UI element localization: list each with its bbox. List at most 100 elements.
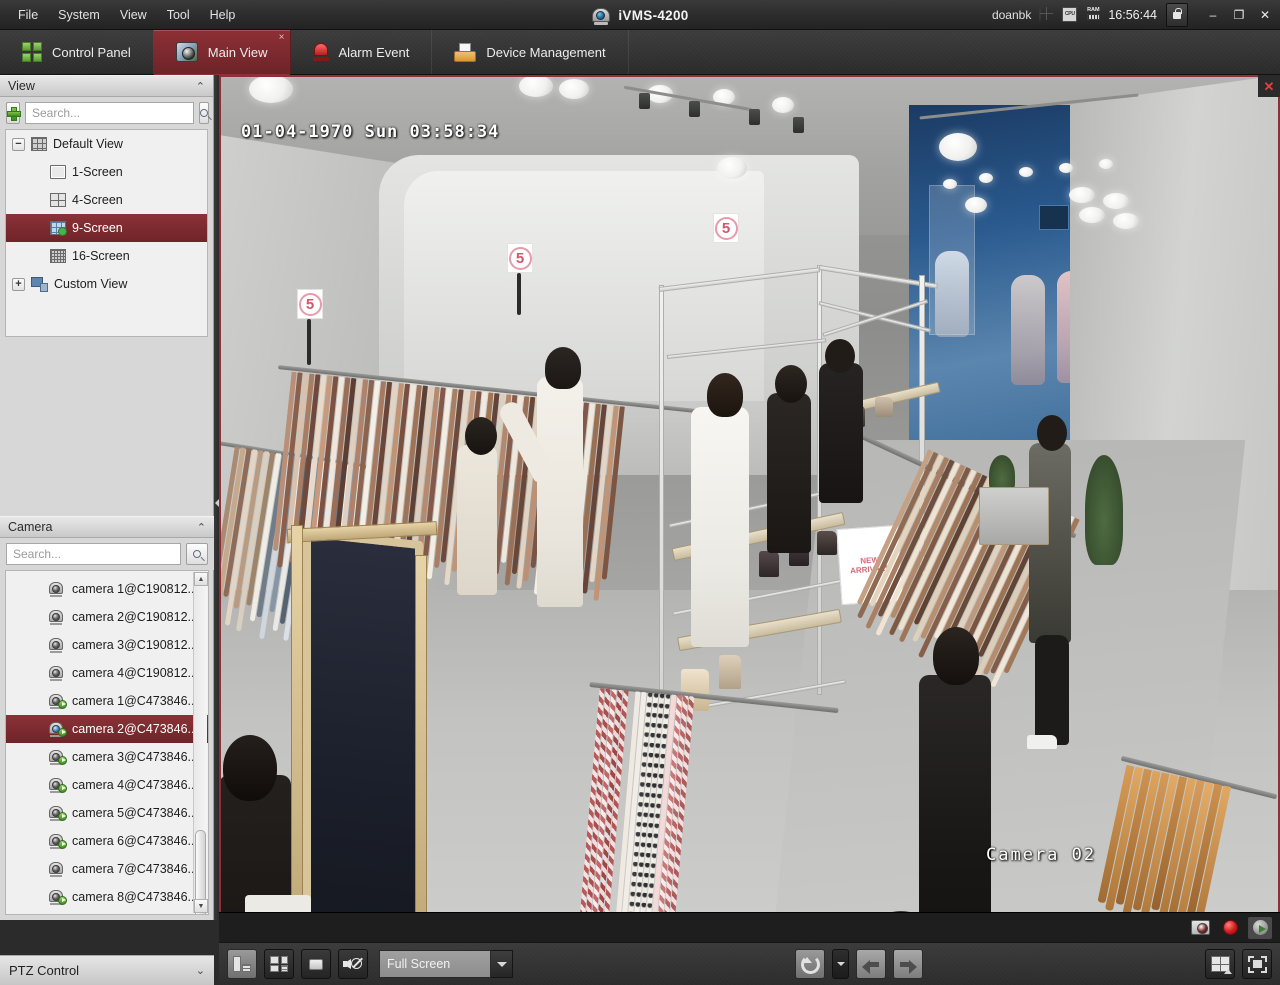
- menu-help[interactable]: Help: [200, 4, 246, 26]
- capture-picture-button[interactable]: [1188, 917, 1212, 939]
- start-sequence-button[interactable]: [227, 949, 257, 979]
- camera-offline-icon: [48, 666, 65, 681]
- close-live-view-icon[interactable]: ✕: [1258, 75, 1280, 97]
- menu-bar: File System View Tool Help: [0, 0, 245, 30]
- playback-options-button[interactable]: [832, 949, 849, 979]
- osd-timestamp: 01-04-1970 Sun 03:58:34: [241, 122, 499, 142]
- screen-mode-value[interactable]: Full Screen: [379, 950, 491, 978]
- cpu-icon[interactable]: CPU: [1062, 7, 1079, 24]
- list-item[interactable]: camera 3@C190812...: [6, 631, 208, 659]
- person: [457, 445, 497, 595]
- list-item[interactable]: camera 7@C473846...: [6, 855, 208, 883]
- camera-list[interactable]: camera 1@C190812... camera 2@C190812... …: [5, 570, 209, 915]
- tab-device-management[interactable]: Device Management: [432, 30, 628, 74]
- view-tree[interactable]: − Default View 1-Screen 4-Screen 9-Scree…: [5, 129, 208, 337]
- camera-online-icon: [48, 806, 65, 821]
- restore-button[interactable]: ❐: [1226, 4, 1252, 26]
- menu-file[interactable]: File: [8, 4, 48, 26]
- tree-item-16-screen[interactable]: 16-Screen: [6, 242, 207, 270]
- tab-control-panel[interactable]: Control Panel: [0, 30, 154, 74]
- list-item[interactable]: camera 2@C190812...: [6, 603, 208, 631]
- stop-all-live-view-button[interactable]: [301, 949, 331, 979]
- scroll-up-icon[interactable]: ▲: [194, 572, 208, 586]
- scroll-down-icon[interactable]: ▼: [194, 899, 208, 913]
- menu-system[interactable]: System: [48, 4, 110, 26]
- expander-icon[interactable]: +: [12, 278, 25, 291]
- sidebar-bottom-filler: [0, 920, 219, 955]
- tree-item-custom-view-label: Custom View: [54, 277, 127, 291]
- price-tag-value: 5: [306, 296, 314, 313]
- list-item-selected[interactable]: camera 2@C473846...: [6, 715, 208, 743]
- list-item[interactable]: camera 4@C190812...: [6, 659, 208, 687]
- grid-icon: [31, 137, 47, 151]
- camera-online-icon: [48, 722, 65, 737]
- list-item[interactable]: camera 5@C473846...: [6, 799, 208, 827]
- tree-item-4-screen[interactable]: 4-Screen: [6, 186, 207, 214]
- record-button[interactable]: [1218, 917, 1242, 939]
- camera-online-icon: [48, 750, 65, 765]
- camera-panel-title: Camera: [8, 520, 52, 534]
- camera-search-input[interactable]: [6, 543, 181, 565]
- view-panel-header[interactable]: View ⌃: [0, 75, 213, 97]
- tab-main-view-close-icon[interactable]: ×: [279, 33, 285, 43]
- camera-online-icon: [48, 890, 65, 905]
- video-frame: NEW ARRIVALS 5 5 5: [219, 75, 1280, 920]
- menu-view[interactable]: View: [110, 4, 157, 26]
- previous-page-button[interactable]: [856, 949, 886, 979]
- list-item[interactable]: camera 1@C190812...: [6, 575, 208, 603]
- view-panel-collapse-icon[interactable]: ⌃: [196, 80, 205, 93]
- ptz-expand-icon[interactable]: ⌄: [196, 964, 205, 977]
- camera-list-scrollbar[interactable]: ▲ ▼: [193, 572, 207, 913]
- price-tag: 5: [713, 213, 739, 243]
- next-page-button[interactable]: [893, 949, 923, 979]
- mute-audio-button[interactable]: [338, 949, 368, 979]
- four-screen-icon: [50, 193, 66, 207]
- view-search-button[interactable]: [199, 102, 209, 124]
- camera-panel-header[interactable]: Camera ⌃: [0, 516, 214, 538]
- menu-tool[interactable]: Tool: [157, 4, 200, 26]
- list-item[interactable]: camera 3@C473846...: [6, 743, 208, 771]
- globe-icon[interactable]: [1039, 7, 1056, 24]
- camera-label: camera 2@C473846...: [72, 722, 198, 736]
- chevron-down-icon[interactable]: [491, 950, 513, 978]
- tree-item-4-screen-label: 4-Screen: [72, 193, 123, 207]
- live-view-window[interactable]: NEW ARRIVALS 5 5 5: [219, 75, 1280, 920]
- camera-label: camera 3@C190812...: [72, 638, 198, 652]
- ptz-control-panel-header[interactable]: PTZ Control ⌄: [0, 955, 214, 985]
- bottom-toolbar: Full Screen: [219, 942, 1280, 985]
- lock-button[interactable]: [1166, 3, 1188, 27]
- list-item[interactable]: camera 8@C473846...: [6, 883, 208, 911]
- tree-item-custom-view[interactable]: + Custom View: [6, 270, 207, 298]
- list-item[interactable]: camera 1@C473846...: [6, 687, 208, 715]
- current-user-label: doanbk: [992, 8, 1031, 22]
- screen-mode-select[interactable]: Full Screen: [379, 950, 513, 978]
- ram-icon[interactable]: RAM: [1085, 7, 1102, 24]
- list-item[interactable]: camera 6@C473846...: [6, 827, 208, 855]
- tab-alarm-event[interactable]: Alarm Event: [291, 30, 433, 74]
- minimize-button[interactable]: –: [1200, 4, 1226, 26]
- tab-main-view[interactable]: Main View ×: [154, 30, 291, 74]
- price-tag-value: 5: [516, 250, 524, 267]
- tree-item-9-screen[interactable]: 9-Screen: [6, 214, 207, 242]
- list-item[interactable]: camera 4@C473846...: [6, 771, 208, 799]
- tree-item-1-screen[interactable]: 1-Screen: [6, 158, 207, 186]
- camera-panel: Camera ⌃ camera 1@C190812... cam: [0, 516, 214, 985]
- add-view-button[interactable]: [6, 102, 20, 124]
- camera-panel-collapse-icon[interactable]: ⌃: [197, 521, 206, 534]
- full-screen-button[interactable]: [1242, 949, 1272, 979]
- camera-video-feed: NEW ARRIVALS 5 5 5: [219, 75, 1280, 920]
- view-search-input[interactable]: [25, 102, 194, 124]
- camera-search-button[interactable]: [186, 543, 208, 565]
- window-division-button[interactable]: [1205, 949, 1235, 979]
- alarm-event-icon: [313, 42, 329, 62]
- expander-icon[interactable]: −: [12, 138, 25, 151]
- instant-playback-toolbar-button[interactable]: [795, 949, 825, 979]
- custom-view-icon: [31, 277, 48, 292]
- list-item-folder[interactable]: watrwl: [6, 911, 208, 915]
- close-button[interactable]: ✕: [1252, 4, 1278, 26]
- instant-playback-button[interactable]: [1248, 917, 1272, 939]
- one-screen-icon: [50, 165, 66, 179]
- camera-label: camera 6@C473846...: [72, 834, 198, 848]
- tree-item-default-view[interactable]: − Default View: [6, 130, 207, 158]
- multi-window-button[interactable]: [264, 949, 294, 979]
